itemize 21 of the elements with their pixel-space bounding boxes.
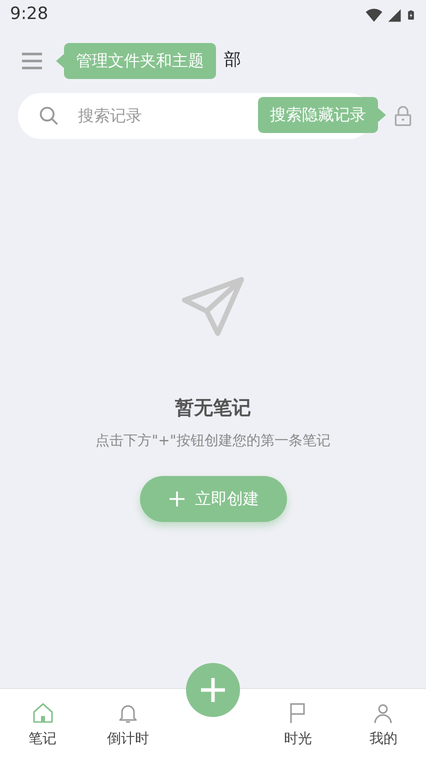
wifi-icon: [365, 6, 383, 24]
status-time: 9:28: [10, 3, 48, 26]
search-icon: [38, 105, 60, 127]
tooltip: 管理文件夹和主题: [64, 43, 216, 79]
lock-icon: [392, 104, 414, 128]
nav-tab[interactable]: 我的: [340, 689, 426, 757]
page-title: 部: [224, 49, 241, 72]
tooltip-pointer: [378, 108, 386, 122]
add-button[interactable]: [186, 663, 240, 717]
tooltip: 搜索隐藏记录: [258, 97, 378, 133]
signal-icon: [387, 8, 402, 22]
nav-tab[interactable]: 时光: [256, 689, 341, 757]
search-field[interactable]: 搜索记录: [76, 103, 246, 129]
home-icon: [30, 701, 55, 725]
empty-message: 点击下方"+"按钮创建您的第一条笔记: [96, 432, 330, 450]
empty-title: 暂无笔记: [175, 396, 251, 421]
plus-icon: [167, 488, 187, 508]
tooltip-pointer: [56, 54, 64, 68]
nav-tab[interactable]: 倒计时: [85, 689, 170, 757]
nav-tab[interactable]: 笔记: [0, 689, 86, 757]
lock-button[interactable]: [392, 104, 414, 128]
